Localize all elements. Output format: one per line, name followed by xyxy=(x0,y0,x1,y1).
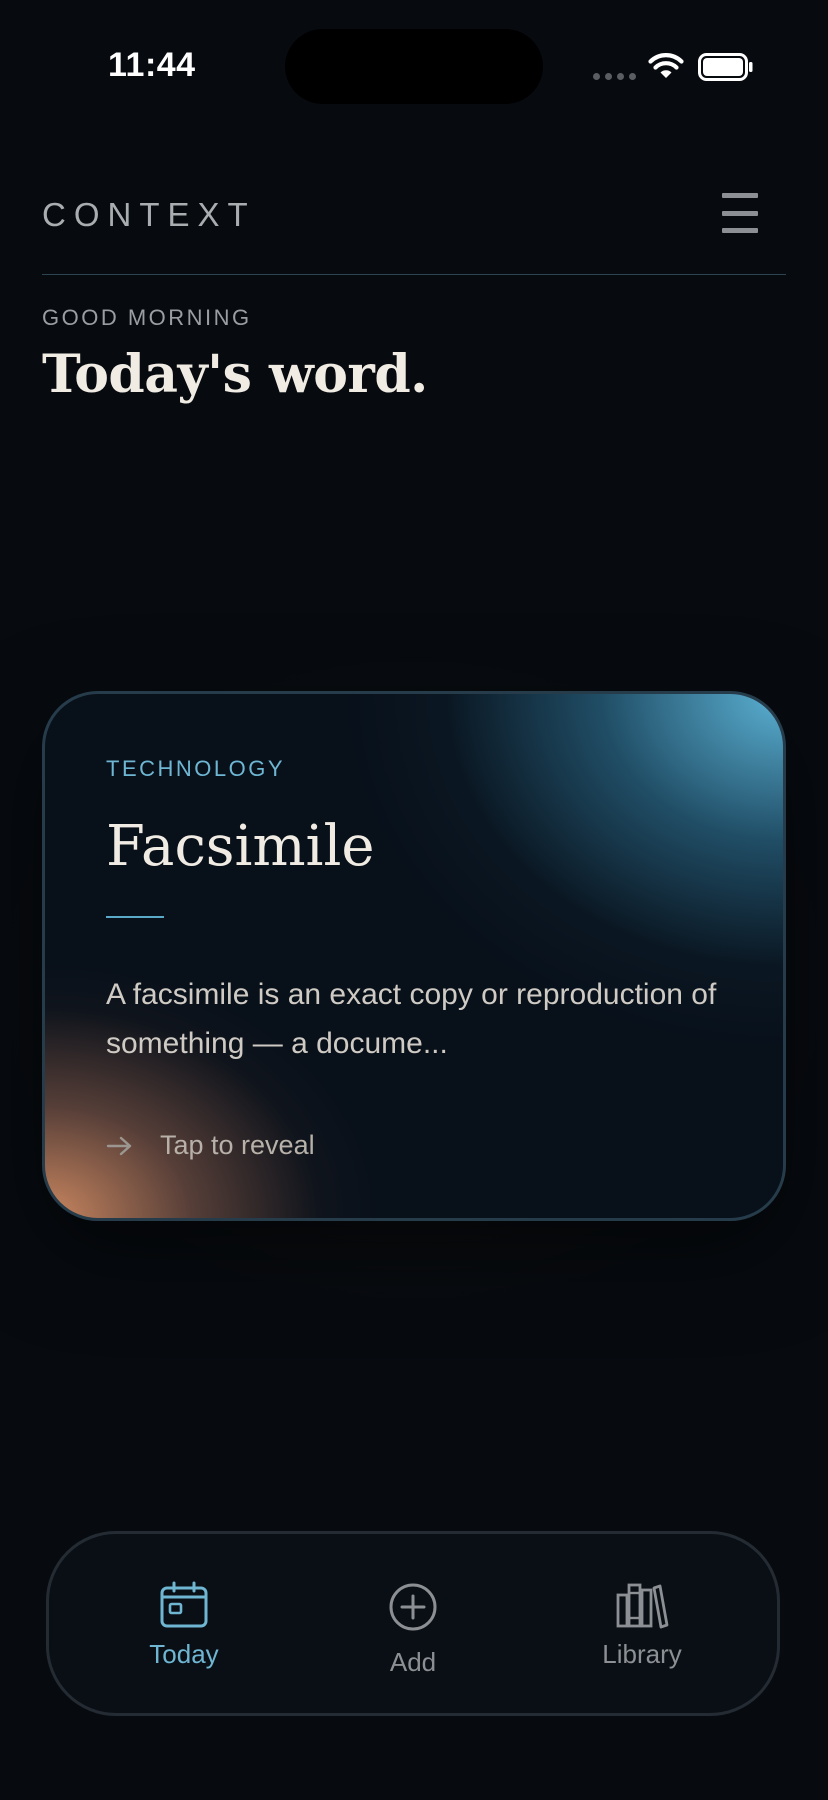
cellular-signal-icon xyxy=(593,73,636,80)
word-definition: A facsimile is an exact copy or reproduc… xyxy=(106,978,717,1060)
battery-icon xyxy=(698,53,753,81)
status-time: 11:44 xyxy=(108,46,196,84)
tab-bar: Today Add Library xyxy=(46,1531,780,1716)
greeting: GOOD MORNING xyxy=(42,305,252,330)
word-title: Facsimile xyxy=(106,814,375,879)
books-icon xyxy=(616,1583,669,1629)
dynamic-island xyxy=(285,29,543,104)
word-divider xyxy=(106,916,164,918)
tab-label-library: Library xyxy=(602,1639,682,1669)
hamburger-menu-icon[interactable] xyxy=(718,193,762,233)
tap-to-reveal-button[interactable]: Tap to reveal xyxy=(106,1130,315,1161)
page-title: Today's word. xyxy=(42,344,428,405)
word-card[interactable]: TECHNOLOGY Facsimile A facsimile is an e… xyxy=(42,691,786,1221)
tab-label-today: Today xyxy=(149,1639,219,1669)
wifi-icon xyxy=(648,53,684,78)
status-bar: 11:44 xyxy=(0,0,828,130)
tab-add[interactable]: Add xyxy=(348,1534,478,1713)
calendar-icon xyxy=(160,1581,208,1628)
tab-label-add: Add xyxy=(389,1647,437,1677)
tab-today[interactable]: Today xyxy=(119,1534,249,1713)
plus-circle-icon xyxy=(389,1583,437,1631)
header-divider xyxy=(42,274,786,275)
app-brand: CONTEXT xyxy=(42,196,256,233)
tab-library[interactable]: Library xyxy=(577,1534,707,1713)
arrow-right-icon xyxy=(106,1136,132,1155)
tap-to-reveal-label: Tap to reveal xyxy=(160,1130,315,1160)
word-category: TECHNOLOGY xyxy=(106,756,286,781)
